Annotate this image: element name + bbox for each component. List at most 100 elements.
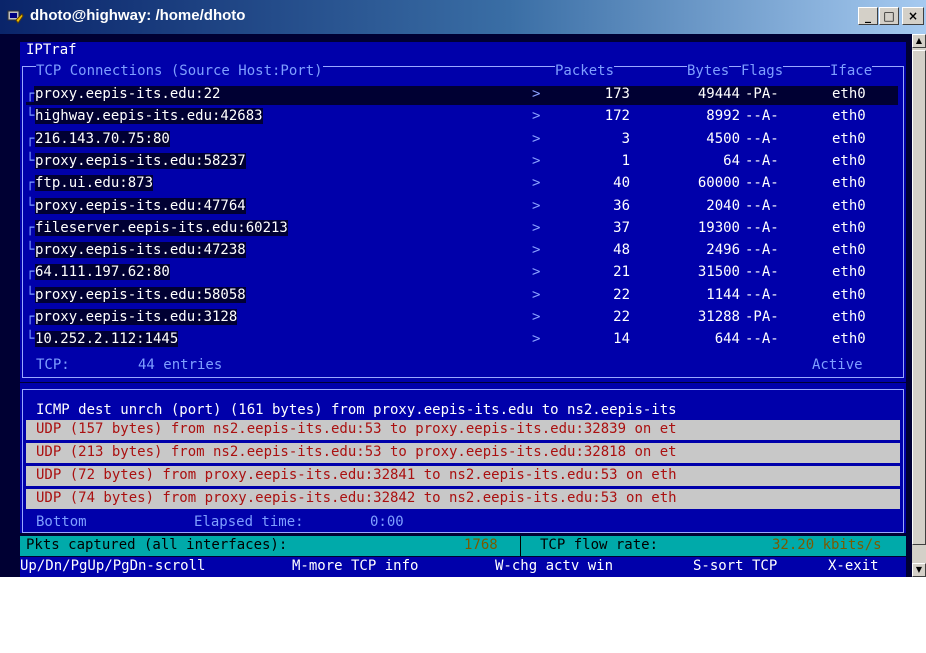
udp-log-text: UDP (157 bytes) from ns2.eepis-its.edu:5… [36, 421, 677, 437]
udp-log-row: UDP (157 bytes) from ns2.eepis-its.edu:5… [26, 420, 900, 440]
close-button[interactable]: × [902, 7, 924, 25]
interface-name: eth0 [832, 331, 866, 347]
packet-count: 172 [604, 108, 630, 124]
flags-column-header[interactable]: Flags [741, 63, 784, 79]
elapsed-time-label: Elapsed time: [194, 514, 304, 530]
scroll-position-label: Bottom [36, 514, 87, 530]
packets-column-header[interactable]: Packets [555, 63, 615, 79]
help-sort: S-sort TCP [693, 558, 778, 574]
tcp-flow-rate-value: 32.20 kbits/s [772, 537, 882, 553]
packet-count: 36 [613, 198, 630, 214]
byte-count: 64 [723, 153, 740, 169]
udp-log-row: UDP (74 bytes) from proxy.eepis-its.edu:… [26, 489, 900, 509]
tcp-flags: -PA- [745, 86, 779, 102]
connection-host: proxy.eepis-its.edu:58058 [35, 287, 246, 303]
iface-column-header[interactable]: Iface [830, 63, 873, 79]
byte-count: 60000 [697, 175, 740, 191]
terminal-scrollbar[interactable]: ▲ ▼ [912, 34, 926, 577]
tcp-flags: --A- [745, 287, 779, 303]
direction-arrow-icon: > [532, 175, 541, 191]
interface-name: eth0 [832, 242, 866, 258]
direction-arrow-icon: > [532, 309, 541, 325]
connection-host: proxy.eepis-its.edu:47764 [35, 198, 246, 214]
connection-host: 64.111.197.62:80 [35, 264, 170, 280]
byte-count: 2496 [706, 242, 740, 258]
tcp-flags: --A- [745, 242, 779, 258]
row-bracket: ┌ [26, 220, 35, 236]
byte-count: 31288 [697, 309, 740, 325]
elapsed-time-value: 0:00 [370, 514, 404, 530]
scroll-up-arrow-icon[interactable]: ▲ [912, 34, 926, 48]
scroll-down-arrow-icon[interactable]: ▼ [912, 563, 926, 577]
tcp-flags: --A- [745, 331, 779, 347]
maximize-button[interactable]: □ [879, 7, 899, 25]
scrollbar-thumb[interactable] [912, 50, 926, 545]
bytes-column-header[interactable]: Bytes [687, 63, 730, 79]
packets-captured-label: Pkts captured (all interfaces): [26, 537, 288, 553]
row-bracket: ┌ [26, 264, 35, 280]
tcp-entry-count: 44 entries [138, 357, 223, 373]
interface-name: eth0 [832, 86, 866, 102]
interface-name: eth0 [832, 153, 866, 169]
direction-arrow-icon: > [532, 242, 541, 258]
udp-log-text: UDP (213 bytes) from ns2.eepis-its.edu:5… [36, 444, 677, 460]
row-bracket: └ [26, 331, 35, 347]
connection-host: ftp.ui.edu:873 [35, 175, 154, 191]
connection-host: highway.eepis-its.edu:42683 [35, 108, 263, 124]
help-exit: X-exit [828, 558, 879, 574]
udp-log-text: UDP (72 bytes) from proxy.eepis-its.edu:… [36, 467, 677, 483]
connection-host: proxy.eepis-its.edu:3128 [35, 309, 238, 325]
app-name: IPTraf [26, 42, 77, 58]
connection-host: 10.252.2.112:1445 [35, 331, 179, 347]
direction-arrow-icon: > [532, 131, 541, 147]
key-help-bar: Up/Dn/PgUp/PgDn-scroll M-more TCP info W… [20, 557, 906, 577]
tcp-flags: --A- [745, 198, 779, 214]
tcp-flags: --A- [745, 153, 779, 169]
byte-count: 644 [714, 331, 740, 347]
status-divider [520, 536, 521, 556]
tcp-flags: --A- [745, 264, 779, 280]
tcp-flags: --A- [745, 108, 779, 124]
byte-count: 49444 [697, 86, 740, 102]
byte-count: 31500 [697, 264, 740, 280]
direction-arrow-icon: > [532, 198, 541, 214]
packet-count: 1 [621, 153, 630, 169]
interface-name: eth0 [832, 264, 866, 280]
udp-log-row: UDP (72 bytes) from proxy.eepis-its.edu:… [26, 466, 900, 486]
packet-count: 3 [621, 131, 630, 147]
icmp-log-line: ICMP dest unrch (port) (161 bytes) from … [36, 402, 677, 418]
direction-arrow-icon: > [532, 153, 541, 169]
window-title: dhoto@highway: /home/dhoto [30, 7, 246, 24]
interface-name: eth0 [832, 108, 866, 124]
interface-name: eth0 [832, 309, 866, 325]
direction-arrow-icon: > [532, 86, 541, 102]
packet-count: 22 [613, 287, 630, 303]
packet-count: 21 [613, 264, 630, 280]
tcp-flags: -PA- [745, 309, 779, 325]
packet-count: 48 [613, 242, 630, 258]
row-bracket: └ [26, 287, 35, 303]
status-bar: Pkts captured (all interfaces): 1768 TCP… [20, 536, 906, 556]
tcp-flags: --A- [745, 220, 779, 236]
byte-count: 1144 [706, 287, 740, 303]
interface-name: eth0 [832, 131, 866, 147]
tcp-flags: --A- [745, 131, 779, 147]
minimize-button[interactable]: _ [858, 7, 878, 25]
connection-host: 216.143.70.75:80 [35, 131, 170, 147]
direction-arrow-icon: > [532, 287, 541, 303]
connection-host: proxy.eepis-its.edu:47238 [35, 242, 246, 258]
row-bracket: ┌ [26, 131, 35, 147]
direction-arrow-icon: > [532, 220, 541, 236]
row-bracket: └ [26, 242, 35, 258]
tcp-panel-title: TCP Connections (Source Host:Port) [36, 63, 323, 79]
row-bracket: └ [26, 108, 35, 124]
connection-host: proxy.eepis-its.edu:22 [35, 86, 221, 102]
direction-arrow-icon: > [532, 331, 541, 347]
row-bracket: ┌ [26, 86, 35, 102]
row-bracket: └ [26, 198, 35, 214]
byte-count: 4500 [706, 131, 740, 147]
help-scroll: Up/Dn/PgUp/PgDn-scroll [20, 558, 206, 574]
interface-name: eth0 [832, 287, 866, 303]
row-bracket: ┌ [26, 309, 35, 325]
help-change-window: W-chg actv win [495, 558, 614, 574]
